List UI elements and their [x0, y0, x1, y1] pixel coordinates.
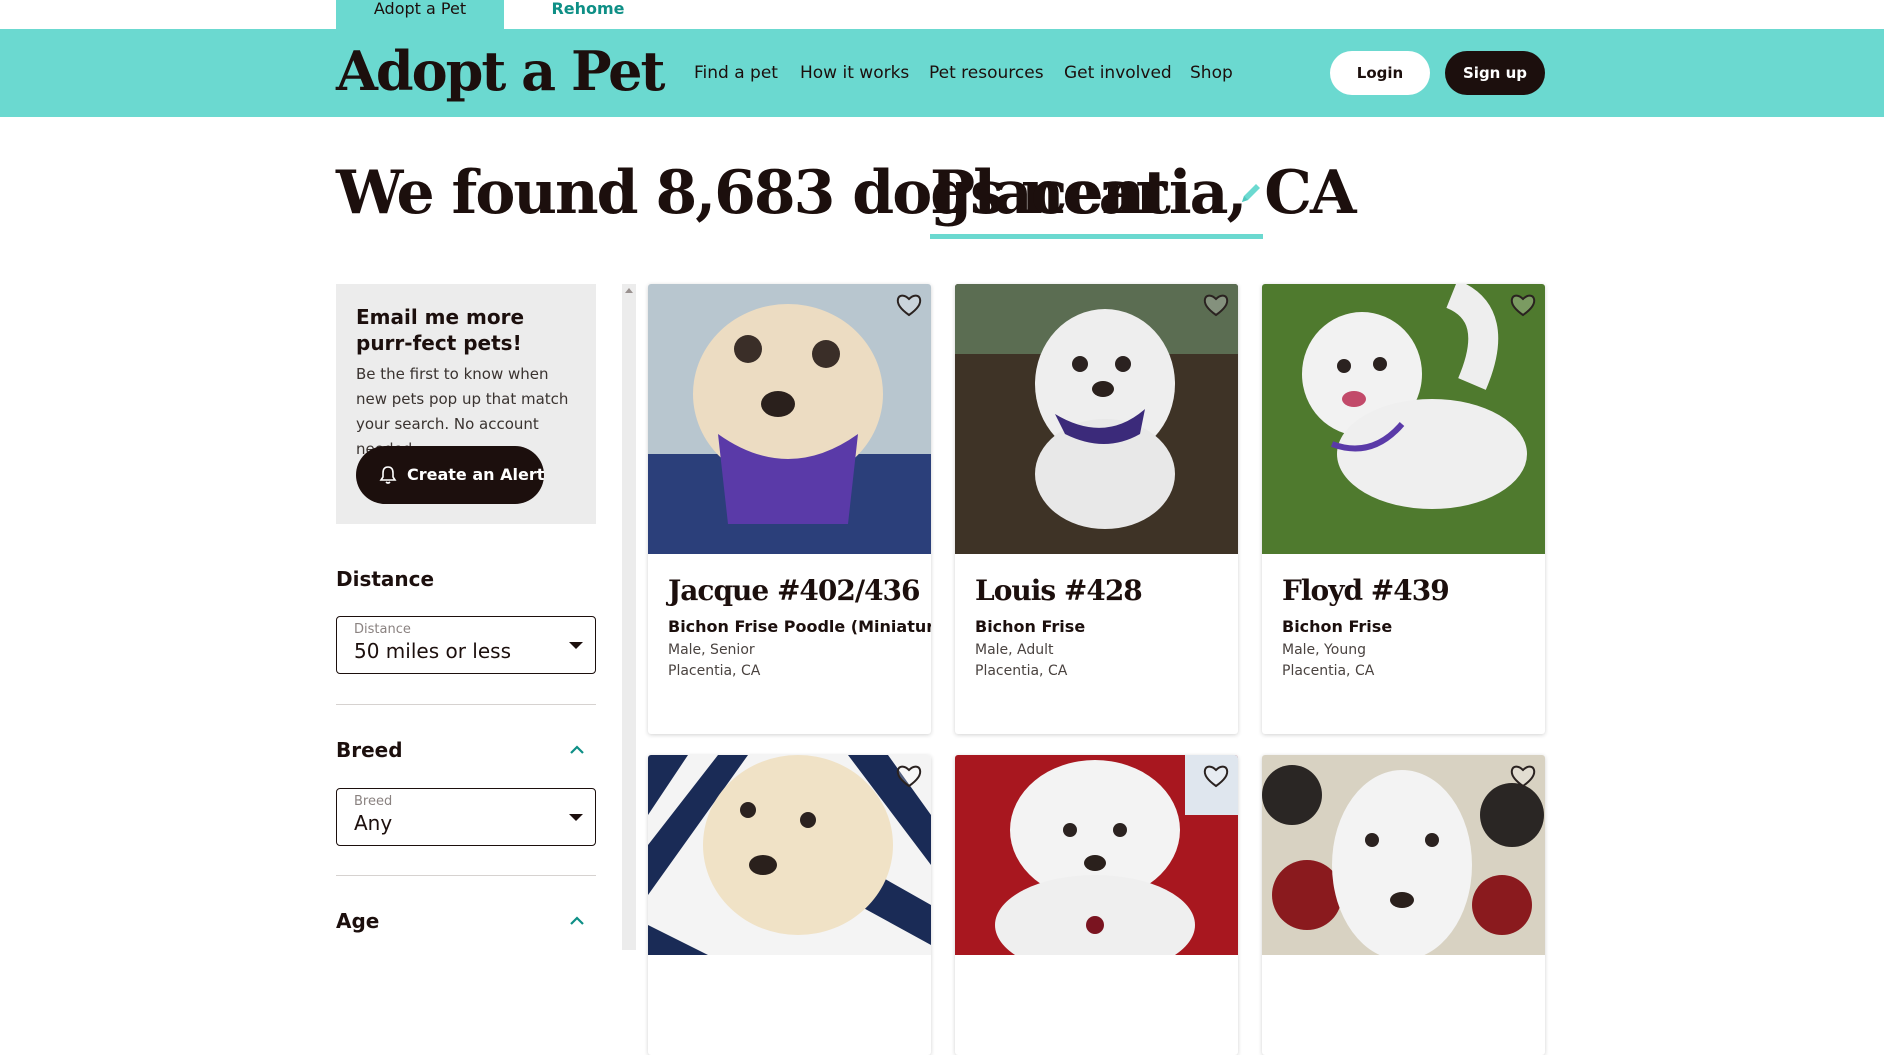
pet-breed: Bichon Frise Poodle (Miniature) — [668, 617, 931, 636]
tab-adopt-a-pet[interactable]: Adopt a Pet — [336, 0, 504, 29]
site-header: Adopt a Pet Find a pet How it works Pet … — [0, 29, 1884, 117]
pet-location: Placentia, CA — [975, 663, 1068, 679]
heart-icon[interactable] — [1202, 292, 1230, 318]
heart-icon[interactable] — [895, 292, 923, 318]
pet-photo — [648, 755, 931, 955]
pet-info: Male, Young — [1282, 642, 1366, 658]
tab-rehome-label: Rehome — [551, 0, 625, 18]
bell-icon — [379, 466, 397, 484]
tab-adopt-label: Adopt a Pet — [373, 0, 467, 18]
pet-card[interactable] — [648, 755, 931, 1055]
create-alert-label: Create an Alert — [407, 465, 545, 484]
login-button[interactable]: Login — [1330, 51, 1430, 95]
results-scrollbar[interactable] — [622, 284, 636, 950]
signup-button[interactable]: Sign up — [1445, 51, 1545, 95]
pet-info: Male, Senior — [668, 642, 755, 658]
nav-shop[interactable]: Shop — [1190, 63, 1233, 83]
pet-card[interactable]: Jacque #402/436 Bichon Frise Poodle (Min… — [648, 284, 931, 734]
nav-how-it-works[interactable]: How it works — [800, 63, 909, 83]
logo[interactable]: Adopt a Pet — [336, 39, 665, 103]
location-editor[interactable]: Placentia, CA — [930, 157, 1357, 229]
heart-icon[interactable] — [1202, 763, 1230, 789]
age-heading[interactable]: Age — [336, 909, 379, 933]
distance-select-label: Distance — [354, 622, 411, 637]
breed-select[interactable]: Breed Any — [336, 788, 596, 846]
pet-meta: Male, Adult Placentia, CA — [975, 640, 1067, 682]
breed-select-label: Breed — [354, 794, 393, 809]
distance-heading: Distance — [336, 567, 435, 591]
breed-heading[interactable]: Breed — [336, 738, 403, 762]
filter-divider — [336, 704, 596, 705]
tab-rehome[interactable]: Rehome — [504, 0, 672, 29]
heart-icon[interactable] — [1509, 763, 1537, 789]
filter-divider — [336, 875, 596, 876]
caret-down-icon — [569, 642, 583, 649]
pet-card[interactable] — [955, 755, 1238, 1055]
pet-photo — [648, 284, 931, 554]
pet-card[interactable] — [1262, 755, 1545, 1055]
nav-find-a-pet[interactable]: Find a pet — [694, 63, 778, 83]
pet-photo — [1262, 284, 1545, 554]
heart-icon[interactable] — [895, 763, 923, 789]
heart-icon[interactable] — [1509, 292, 1537, 318]
pet-photo — [1262, 755, 1545, 955]
pencil-icon[interactable] — [1236, 178, 1266, 208]
pet-meta: Male, Young Placentia, CA — [1282, 640, 1374, 682]
email-alert-panel: Email me more purr-fect pets! Be the fir… — [336, 284, 596, 524]
create-alert-button[interactable]: Create an Alert — [356, 446, 544, 504]
pet-breed: Bichon Frise — [1282, 617, 1393, 636]
pet-name[interactable]: Jacque #402/436 — [668, 574, 921, 607]
nav-pet-resources[interactable]: Pet resources — [929, 63, 1044, 83]
top-tabs: Adopt a Pet Rehome — [0, 0, 1884, 29]
breed-select-value: Any — [354, 811, 393, 835]
chevron-up-icon[interactable] — [570, 745, 584, 755]
scroll-up-icon[interactable] — [625, 288, 633, 293]
chevron-up-icon[interactable] — [570, 916, 584, 926]
pet-location: Placentia, CA — [668, 663, 761, 679]
pet-name[interactable]: Floyd #439 — [1282, 574, 1450, 607]
pet-card[interactable]: Louis #428 Bichon Frise Male, Adult Plac… — [955, 284, 1238, 734]
pet-breed: Bichon Frise — [975, 617, 1086, 636]
pet-photo — [955, 284, 1238, 554]
pet-location: Placentia, CA — [1282, 663, 1375, 679]
caret-down-icon — [569, 814, 583, 821]
nav-get-involved[interactable]: Get involved — [1064, 63, 1172, 83]
pet-info: Male, Adult — [975, 642, 1054, 658]
location-underline — [930, 234, 1263, 239]
alert-title: Email me more purr-fect pets! — [356, 305, 525, 355]
pet-meta: Male, Senior Placentia, CA — [668, 640, 760, 682]
distance-select[interactable]: Distance 50 miles or less — [336, 616, 596, 674]
pet-name[interactable]: Louis #428 — [975, 574, 1143, 607]
pet-photo — [955, 755, 1238, 955]
pet-card[interactable]: Floyd #439 Bichon Frise Male, Young Plac… — [1262, 284, 1545, 734]
distance-select-value: 50 miles or less — [354, 639, 512, 663]
